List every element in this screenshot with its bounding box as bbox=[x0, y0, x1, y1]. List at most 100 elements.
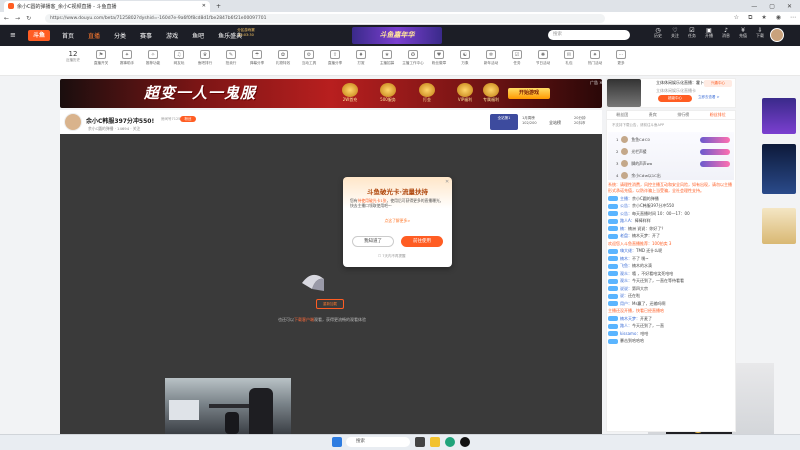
right-ad-1[interactable] bbox=[762, 98, 796, 134]
task-view-icon[interactable] bbox=[415, 437, 425, 447]
chat-username[interactable]: 老盘： bbox=[620, 233, 632, 238]
chat-username[interactable]: 观众： bbox=[620, 278, 632, 283]
favorites-icon[interactable]: ★ bbox=[761, 14, 766, 22]
tab-close-icon[interactable]: ✕ bbox=[202, 3, 206, 9]
modal-no-remind-checkbox[interactable]: ☐ 7天内不再提醒 bbox=[378, 254, 406, 259]
rank-row[interactable]: 2 光栏声援 bbox=[616, 148, 647, 155]
start-icon[interactable] bbox=[332, 437, 342, 447]
right-ad-3[interactable] bbox=[762, 208, 796, 244]
side-ad-button[interactable]: 超级中心 bbox=[658, 95, 692, 102]
right-ad-2[interactable] bbox=[762, 144, 796, 194]
category-icon: ✷ bbox=[590, 50, 600, 59]
maximize-button[interactable]: ▢ bbox=[769, 3, 775, 10]
gift-timer[interactable]: 20分钟 20抖币 bbox=[574, 116, 585, 126]
ad-close-button[interactable]: 广告 ✕ bbox=[590, 80, 603, 86]
room-tag[interactable]: 粉丝 bbox=[180, 116, 196, 122]
user-avatar[interactable] bbox=[770, 28, 784, 42]
edge-icon[interactable] bbox=[445, 437, 455, 447]
nav-live[interactable]: 直播 bbox=[88, 31, 100, 40]
video-player[interactable] bbox=[60, 134, 602, 434]
rank-row[interactable]: 3 脚的声声wa bbox=[616, 160, 652, 167]
download-button[interactable]: ⇩ 下载 bbox=[754, 28, 766, 39]
category-icon: ✎ bbox=[226, 50, 236, 59]
hamburger-icon[interactable]: ≡ bbox=[10, 31, 16, 39]
category-icon: ⋯ bbox=[616, 50, 626, 59]
category-icon: ✉ bbox=[564, 50, 574, 59]
recharge-button[interactable]: ¥ 充值 bbox=[737, 28, 749, 39]
modal-learn-more-link[interactable]: 点这了解更多> bbox=[343, 218, 452, 224]
rank-row[interactable]: 4 余小C#w以1C出 bbox=[616, 172, 661, 179]
chat-username[interactable]: 楠木： bbox=[620, 256, 632, 261]
nav-events[interactable]: 赛事 bbox=[140, 31, 152, 40]
site-rank[interactable]: 全站榜 bbox=[549, 120, 561, 126]
minimize-button[interactable]: — bbox=[751, 3, 757, 10]
chat-username[interactable]: 观众： bbox=[620, 271, 632, 276]
forward-icon[interactable]: → bbox=[15, 15, 20, 22]
weekly-rank[interactable]: 1月周榜 102/200 bbox=[522, 116, 537, 126]
chat-username[interactable]: kissamo： bbox=[620, 331, 640, 336]
profile-icon[interactable]: ◉ bbox=[776, 14, 781, 22]
reload-button[interactable]: 重新加载 bbox=[316, 299, 344, 309]
nav-games[interactable]: 游戏 bbox=[166, 31, 178, 40]
chat-username[interactable]: 嗨大佬： bbox=[620, 248, 636, 253]
chat-username[interactable]: 路人： bbox=[620, 323, 632, 328]
rank-row[interactable]: 1 鱼鱼C#C0 bbox=[616, 136, 650, 143]
modal-use-button[interactable]: 前往使用 bbox=[401, 236, 443, 247]
loading-icon bbox=[302, 274, 324, 291]
nav-yuba[interactable]: 鱼吧 bbox=[192, 31, 204, 40]
side-ad-link[interactable]: 立即去查看 > bbox=[698, 95, 720, 100]
site-logo[interactable]: 斗鱼 bbox=[28, 30, 50, 41]
nav-category[interactable]: 分类 bbox=[114, 31, 126, 40]
side-ad-tag[interactable]: 兴趣中心 bbox=[704, 80, 732, 87]
chat-username[interactable]: 飞鱼： bbox=[620, 263, 632, 268]
nav-banner[interactable]: 斗鱼嘉年华 bbox=[352, 27, 442, 44]
ad-start-game-button[interactable]: 开始游戏 bbox=[508, 88, 550, 99]
url-field[interactable]: https://www.douyu.com/beta/7125802?dyshi… bbox=[45, 13, 606, 23]
taskbar-search[interactable]: 搜索 bbox=[346, 437, 410, 447]
chat-username[interactable]: 说： bbox=[620, 293, 628, 298]
chat-username[interactable]: 用户： bbox=[620, 301, 632, 306]
modal-close-button[interactable]: ✕ bbox=[445, 179, 449, 185]
new-tab-button[interactable]: + bbox=[216, 3, 221, 10]
category-icon: ☯ bbox=[460, 50, 470, 59]
level-badge bbox=[608, 196, 618, 201]
refresh-icon[interactable]: ↻ bbox=[26, 15, 31, 22]
nav-promo[interactable]: 分区游戏赛 16:03:30 bbox=[234, 28, 258, 42]
chat-username[interactable]: 说说： bbox=[620, 286, 632, 291]
category-item[interactable]: ⋯ 更多 bbox=[606, 50, 636, 66]
follow-button[interactable]: ♡ 关注 bbox=[669, 28, 681, 39]
search-input[interactable]: 搜索 bbox=[548, 30, 630, 40]
tab-fans[interactable]: 粉丝团 bbox=[616, 112, 628, 118]
file-explorer-icon[interactable] bbox=[430, 437, 440, 447]
task-button[interactable]: ☑ 任务 bbox=[686, 28, 698, 39]
download-client-link[interactable]: 下载客户端 bbox=[294, 317, 314, 322]
menu-icon[interactable]: ⋯ bbox=[790, 14, 796, 22]
chat-username[interactable]: 公告： bbox=[620, 211, 632, 216]
history-counter[interactable]: 12 近播历史 bbox=[62, 50, 84, 63]
back-icon[interactable]: ← bbox=[4, 15, 9, 22]
room-camera-overlay bbox=[165, 378, 291, 434]
chat-username[interactable]: 路人A： bbox=[620, 218, 635, 223]
tab-vip[interactable]: 贵宾 bbox=[649, 112, 657, 118]
star-icon[interactable]: ☆ bbox=[734, 14, 739, 22]
history-button[interactable]: ◷ 历史 bbox=[652, 28, 664, 39]
app-icon[interactable] bbox=[460, 437, 470, 447]
close-window-button[interactable]: ✕ bbox=[787, 3, 792, 10]
message-button[interactable]: ♪ 消息 bbox=[720, 28, 732, 39]
chat-username[interactable]: 楠： bbox=[620, 226, 628, 231]
chat-username[interactable]: 公告： bbox=[620, 203, 632, 208]
chat-username[interactable]: 主播： bbox=[620, 196, 632, 201]
broadcast-button[interactable]: ▣ 开播 bbox=[703, 28, 715, 39]
modal-dismiss-button[interactable]: 我知道了 bbox=[352, 236, 394, 247]
chat-message: 公告：每天直播时间 10：00—17：00 bbox=[608, 211, 734, 217]
coin-icon bbox=[483, 83, 499, 97]
chat-username[interactable]: 楠木天梦： bbox=[620, 316, 640, 321]
browser-tab[interactable]: 余小C圆的弹播客_余小C视频直播 - 斗鱼直播 ✕ bbox=[4, 0, 210, 12]
streamer-avatar[interactable] bbox=[64, 113, 82, 131]
extensions-icon[interactable]: ⧉ bbox=[748, 14, 752, 22]
tab-fan-rank[interactable]: 粉丝排位 bbox=[710, 112, 726, 118]
fans-badge[interactable]: 全站第1 bbox=[490, 114, 518, 130]
tab-ranking[interactable]: 排行榜 bbox=[677, 112, 689, 118]
nav-home[interactable]: 首页 bbox=[62, 31, 74, 40]
chat-text: 系统：请理性消费，风控主播互动和安全风险，如有出现，请勿以主播形式承诺充值，以防… bbox=[608, 182, 732, 193]
